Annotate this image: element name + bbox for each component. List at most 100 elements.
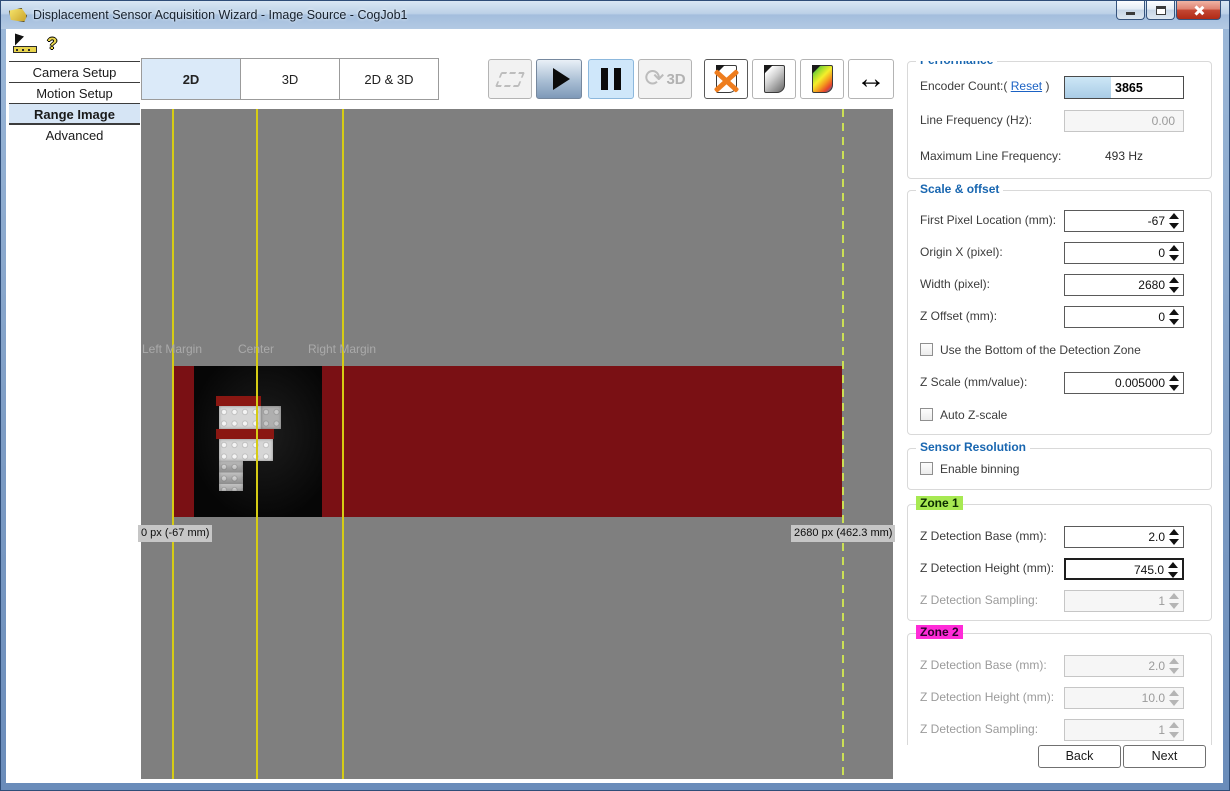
sidebar-item-motion-setup[interactable]: Motion Setup — [9, 82, 140, 103]
spin-up-icon[interactable] — [1169, 309, 1179, 315]
spin-down-icon[interactable] — [1169, 255, 1179, 261]
calibration-ruler-icon[interactable] — [13, 35, 37, 55]
back-button[interactable]: Back — [1038, 745, 1121, 768]
page-grayscale-icon — [764, 65, 785, 93]
zone2-height-input: 10.0 — [1064, 687, 1184, 709]
origin-x-label: Origin X (pixel): — [920, 245, 1003, 259]
refresh-3d-button: ⟳ 3D — [638, 59, 692, 99]
right-margin-line[interactable] — [342, 109, 344, 779]
image-display-off-button[interactable] — [704, 59, 748, 99]
zone1-base-label: Z Detection Base (mm): — [920, 529, 1047, 543]
ruler-end-label: 2680 px (462.3 mm) — [791, 525, 895, 542]
sidebar-item-camera-setup[interactable]: Camera Setup — [9, 61, 140, 82]
region-select-button — [488, 59, 532, 99]
encoder-count-input[interactable]: 3865 — [1064, 76, 1184, 99]
spin-up-icon[interactable] — [1169, 245, 1179, 251]
zone2-sampling-input: 1 — [1064, 719, 1184, 741]
encoder-count-label: Encoder Count:( Reset ) — [920, 79, 1049, 93]
maximize-icon — [1156, 6, 1166, 15]
play-button[interactable] — [536, 59, 582, 99]
center-line[interactable] — [256, 109, 258, 779]
zone2-sampling-value: 1 — [1158, 723, 1165, 737]
spin-down-icon — [1169, 603, 1179, 609]
minimize-button[interactable] — [1116, 1, 1145, 20]
spin-down-icon[interactable] — [1169, 539, 1179, 545]
reset-link[interactable]: Reset — [1011, 79, 1042, 93]
brick-mid-red-strip — [216, 429, 274, 439]
spinner — [1169, 375, 1180, 391]
close-button[interactable] — [1176, 1, 1221, 20]
zone1-sampling-label: Z Detection Sampling: — [920, 593, 1038, 607]
spin-down-icon[interactable] — [1169, 223, 1179, 229]
spin-down-icon[interactable] — [1169, 319, 1179, 325]
zone1-height-value: 745.0 — [1134, 563, 1164, 577]
spin-down-icon[interactable] — [1169, 287, 1179, 293]
spinner — [1169, 593, 1180, 609]
tab-2d[interactable]: 2D — [141, 58, 241, 100]
zone2-base-label: Z Detection Base (mm): — [920, 658, 1047, 672]
spinner — [1168, 562, 1179, 578]
zone1-height-input[interactable]: 745.0 — [1064, 558, 1184, 580]
fit-width-button[interactable]: ↔ — [848, 59, 894, 99]
refresh-icon: ⟳ — [644, 67, 664, 91]
zone1-base-input[interactable]: 2.0 — [1064, 526, 1184, 548]
line-frequency-value: 0.00 — [1152, 114, 1175, 128]
line-frequency-label: Line Frequency (Hz): — [920, 113, 1032, 127]
z-offset-input[interactable]: 0 — [1064, 306, 1184, 328]
mini-toolbar: ? — [13, 35, 73, 57]
sidebar-item-range-image[interactable]: Range Image — [9, 103, 140, 124]
help-icon[interactable]: ? — [47, 34, 57, 54]
spin-down-icon[interactable] — [1168, 572, 1178, 578]
spin-up-icon[interactable] — [1169, 213, 1179, 219]
spin-up-icon — [1169, 593, 1179, 599]
spin-up-icon[interactable] — [1169, 529, 1179, 535]
enable-binning-checkbox[interactable] — [920, 462, 933, 475]
spin-down-icon[interactable] — [1169, 385, 1179, 391]
spin-up-icon[interactable] — [1169, 375, 1179, 381]
z-scale-input[interactable]: 0.005000 — [1064, 372, 1184, 394]
title-bar[interactable]: Displacement Sensor Acquisition Wizard -… — [1, 1, 1229, 29]
brick-middle-bar — [219, 439, 273, 461]
spin-down-icon — [1169, 668, 1179, 674]
settings-panel: Performance Encoder Count:( Reset ) 3865… — [907, 61, 1212, 745]
right-margin-label: Right Margin — [308, 342, 376, 356]
max-line-frequency-value: 493 Hz — [1064, 149, 1184, 163]
region-parallelogram-icon — [495, 72, 525, 87]
zone1-sampling-value: 1 — [1158, 594, 1165, 608]
spinner — [1169, 658, 1180, 674]
sidebar-item-advanced[interactable]: Advanced — [9, 124, 140, 145]
brick-top-bar-end — [261, 406, 281, 429]
zone2-height-label: Z Detection Height (mm): — [920, 690, 1054, 704]
pause-icon — [601, 68, 621, 90]
maximize-button[interactable] — [1146, 1, 1175, 20]
zone2-base-value: 2.0 — [1148, 659, 1165, 673]
close-icon — [1193, 5, 1204, 16]
tab-3d[interactable]: 3D — [240, 58, 340, 100]
next-button[interactable]: Next — [1123, 745, 1206, 768]
width-pixel-input[interactable]: 2680 — [1064, 274, 1184, 296]
spin-up-icon[interactable] — [1168, 562, 1178, 568]
auto-z-scale-checkbox[interactable] — [920, 408, 933, 421]
colormap-display-button[interactable] — [800, 59, 844, 99]
spinner — [1169, 277, 1180, 293]
window-content: ? Camera Setup Motion Setup Range Image … — [6, 29, 1223, 783]
spinner — [1169, 213, 1180, 229]
spin-up-icon[interactable] — [1169, 277, 1179, 283]
width-pixel-label: Width (pixel): — [920, 277, 990, 291]
center-label: Center — [238, 342, 274, 356]
range-image-viewport[interactable]: Left Margin Center Right Margin 0 px (-6… — [141, 109, 893, 779]
left-margin-line[interactable] — [172, 109, 174, 779]
use-bottom-detection-zone-checkbox[interactable] — [920, 343, 933, 356]
grayscale-display-button[interactable] — [752, 59, 796, 99]
ruler-start-label: 0 px (-67 mm) — [138, 525, 212, 542]
tab-2d-and-3d[interactable]: 2D & 3D — [339, 58, 439, 100]
first-pixel-location-input[interactable]: -67 — [1064, 210, 1184, 232]
view-mode-tabs: 2D 3D 2D & 3D — [141, 58, 439, 100]
first-pixel-location-label: First Pixel Location (mm): — [920, 213, 1056, 227]
enable-binning-label: Enable binning — [940, 462, 1019, 476]
pause-button[interactable] — [588, 59, 634, 99]
horizontal-arrow-icon: ↔ — [856, 64, 886, 94]
brick-red-strip — [216, 396, 261, 406]
refresh-3d-label: 3D — [666, 71, 685, 88]
origin-x-input[interactable]: 0 — [1064, 242, 1184, 264]
